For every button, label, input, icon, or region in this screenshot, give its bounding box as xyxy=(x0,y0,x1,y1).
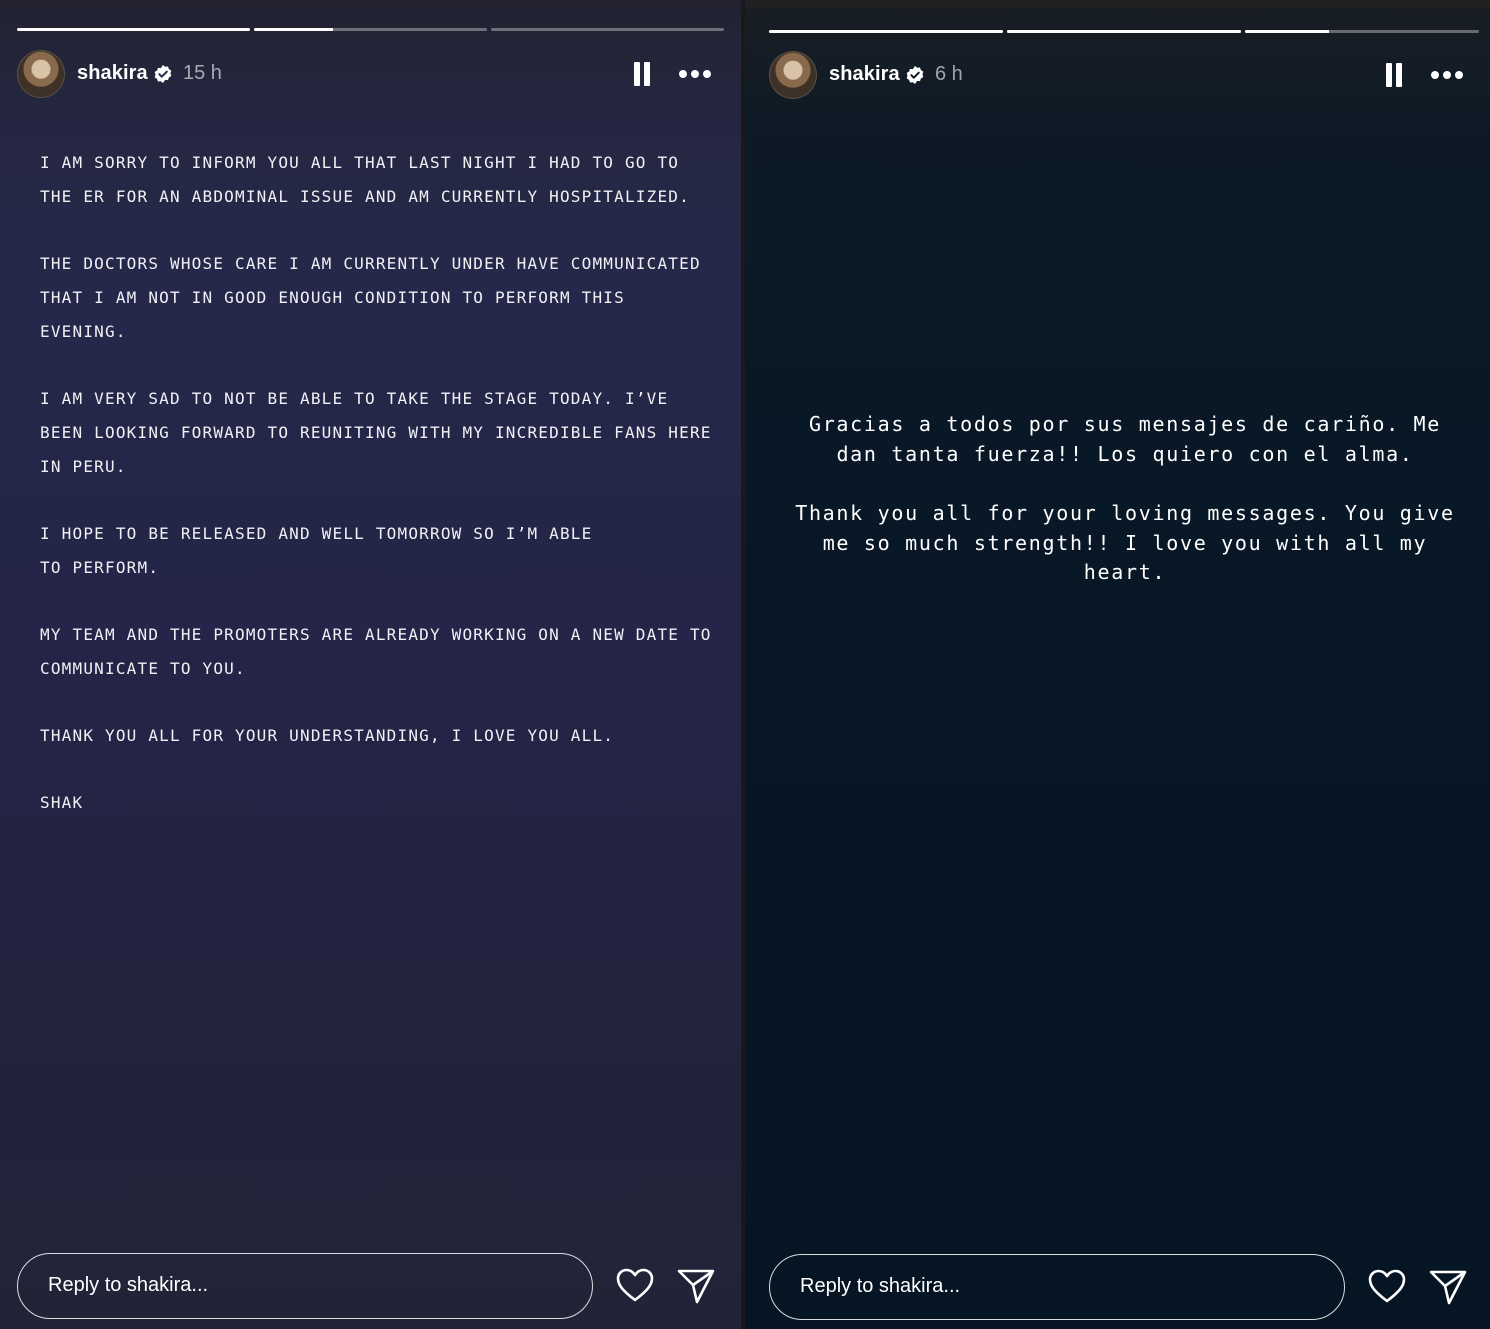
story-paragraph: Thank you all for your loving messages. … xyxy=(795,501,1455,584)
story-paragraph: I AM SORRY TO INFORM YOU ALL THAT LAST N… xyxy=(40,153,690,206)
more-options-icon[interactable] xyxy=(679,70,713,78)
story-progress-bar xyxy=(769,30,1479,33)
story-paragraph: Gracias a todos por sus mensajes de cari… xyxy=(808,412,1442,466)
progress-fill xyxy=(769,30,1003,33)
post-time: 15 h xyxy=(183,62,222,84)
progress-segment xyxy=(769,30,1003,33)
story-panel-right: shakira 6 h Gracias a todos por sus mens… xyxy=(745,0,1490,1329)
send-icon[interactable] xyxy=(676,1266,716,1306)
pause-icon[interactable] xyxy=(632,62,652,86)
verified-badge-icon xyxy=(906,66,924,84)
story-header: shakira 15 h xyxy=(17,50,717,98)
story-paragraph: I AM VERY SAD TO NOT BE ABLE TO TAKE THE… xyxy=(40,389,712,476)
progress-segment xyxy=(17,28,250,31)
story-panel-left: shakira 15 h I AM SORRY TO INFORM YOU AL… xyxy=(0,0,741,1329)
verified-badge-icon xyxy=(154,65,172,83)
post-time: 6 h xyxy=(935,63,963,85)
reply-input[interactable]: Reply to shakira... xyxy=(769,1254,1345,1320)
heart-icon[interactable] xyxy=(1367,1267,1407,1307)
progress-segment xyxy=(1245,30,1479,33)
progress-fill xyxy=(17,28,250,31)
story-paragraph: I HOPE TO BE RELEASED AND WELL TOMORROW … xyxy=(40,524,593,577)
username[interactable]: shakira xyxy=(829,63,900,86)
story-text: Gracias a todos por sus mensajes de cari… xyxy=(785,410,1465,618)
send-icon[interactable] xyxy=(1428,1267,1468,1307)
reply-placeholder: Reply to shakira... xyxy=(48,1274,209,1296)
avatar[interactable] xyxy=(17,50,65,98)
story-paragraph: MY TEAM AND THE PROMOTERS ARE ALREADY WO… xyxy=(40,625,712,678)
progress-segment xyxy=(254,28,487,31)
story-paragraph: THANK YOU ALL FOR YOUR UNDERSTANDING, I … xyxy=(40,726,615,745)
story-paragraph: THE DOCTORS WHOSE CARE I AM CURRENTLY UN… xyxy=(40,254,701,341)
pause-icon[interactable] xyxy=(1384,63,1404,87)
reply-input[interactable]: Reply to shakira... xyxy=(17,1253,593,1319)
story-text: I AM SORRY TO INFORM YOU ALL THAT LAST N… xyxy=(40,146,720,853)
progress-segment xyxy=(491,28,724,31)
progress-fill xyxy=(254,28,334,31)
story-paragraph: SHAK xyxy=(40,793,84,812)
avatar[interactable] xyxy=(769,51,817,99)
username[interactable]: shakira xyxy=(77,62,148,85)
top-strip xyxy=(745,0,1490,8)
reply-placeholder: Reply to shakira... xyxy=(800,1275,961,1297)
progress-fill xyxy=(1245,30,1330,33)
story-progress-bar xyxy=(17,28,724,31)
story-header: shakira 6 h xyxy=(769,51,1469,99)
heart-icon[interactable] xyxy=(615,1266,655,1306)
progress-fill xyxy=(1007,30,1241,33)
more-options-icon[interactable] xyxy=(1431,71,1465,79)
progress-segment xyxy=(1007,30,1241,33)
